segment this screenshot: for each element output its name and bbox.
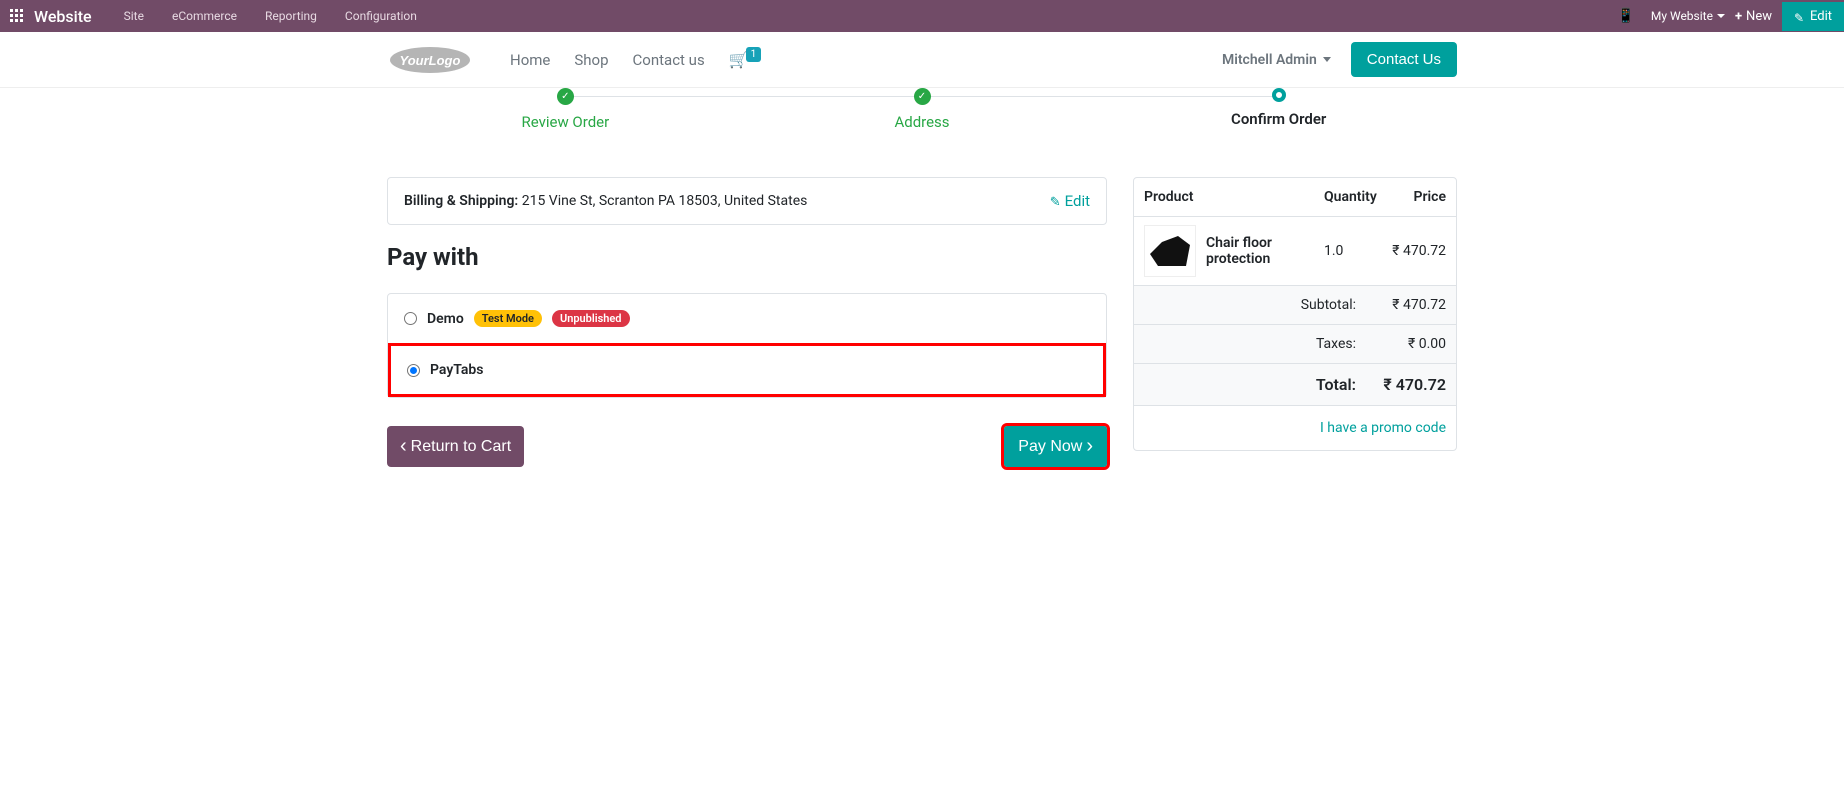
- header-quantity: Quantity: [1324, 189, 1388, 205]
- pay-with-title: Pay with: [387, 243, 1107, 271]
- app-brand[interactable]: Website: [34, 7, 92, 26]
- new-button[interactable]: New: [1735, 9, 1772, 24]
- menu-site[interactable]: Site: [110, 9, 158, 23]
- mobile-preview-icon[interactable]: 📱: [1611, 8, 1640, 24]
- top-bar: Website Site eCommerce Reporting Configu…: [0, 0, 1844, 32]
- edit-button[interactable]: Edit: [1782, 2, 1844, 31]
- user-dropdown[interactable]: Mitchell Admin: [1222, 52, 1331, 68]
- contact-us-button[interactable]: Contact Us: [1351, 42, 1457, 77]
- payment-options: Demo Test Mode Unpublished PayTabs: [387, 293, 1107, 398]
- chevron-right-icon: [1086, 436, 1093, 457]
- wizard-step-confirm[interactable]: Confirm Order: [1100, 88, 1457, 128]
- site-header: YourLogo Home Shop Contact us 🛒1 Mitchel…: [0, 32, 1844, 88]
- site-logo[interactable]: YourLogo: [387, 45, 473, 75]
- billing-label: Billing & Shipping:: [404, 193, 518, 209]
- current-step-icon: [1272, 88, 1286, 102]
- pencil-icon: [1050, 192, 1061, 210]
- chevron-left-icon: [400, 436, 407, 457]
- edit-address-link[interactable]: Edit: [1050, 192, 1090, 210]
- menu-configuration[interactable]: Configuration: [331, 9, 431, 23]
- website-selector[interactable]: My Website: [1651, 9, 1725, 23]
- test-mode-badge: Test Mode: [474, 310, 542, 327]
- order-line-item: Chair floor protection 1.0 ₹ 470.72: [1134, 217, 1456, 285]
- product-thumbnail: [1144, 225, 1196, 277]
- pencil-icon: [1794, 11, 1805, 22]
- caret-down-icon: [1323, 57, 1331, 62]
- nav-contact[interactable]: Contact us: [621, 51, 717, 69]
- checkout-wizard: ✓ Review Order ✓ Address Confirm Order: [387, 88, 1457, 131]
- apps-icon[interactable]: [10, 9, 24, 23]
- subtotal-row: Subtotal: ₹ 470.72: [1134, 286, 1456, 325]
- check-circle-icon: ✓: [914, 88, 931, 105]
- header-product: Product: [1144, 189, 1324, 205]
- wizard-step-address[interactable]: ✓ Address: [744, 88, 1101, 131]
- product-name: Chair floor protection: [1206, 235, 1324, 267]
- total-row: Total: ₹ 470.72: [1134, 364, 1456, 405]
- line-quantity: 1.0: [1324, 243, 1388, 259]
- return-to-cart-button[interactable]: Return to Cart: [387, 426, 524, 467]
- radio-unchecked-icon[interactable]: [404, 312, 417, 325]
- line-price: ₹ 470.72: [1388, 243, 1446, 259]
- billing-address-box: Billing & Shipping: 215 Vine St, Scranto…: [387, 177, 1107, 225]
- order-summary: Product Quantity Price Chair floor prote…: [1133, 177, 1457, 451]
- wizard-step-review[interactable]: ✓ Review Order: [387, 88, 744, 131]
- pay-now-button[interactable]: Pay Now: [1004, 426, 1107, 467]
- billing-address-text: 215 Vine St, Scranton PA 18503, United S…: [518, 193, 807, 209]
- cart-link[interactable]: 🛒1: [717, 50, 777, 69]
- header-price: Price: [1388, 189, 1446, 205]
- svg-text:YourLogo: YourLogo: [400, 53, 461, 68]
- caret-down-icon: [1717, 14, 1725, 18]
- plus-icon: [1735, 9, 1742, 24]
- payment-option-demo[interactable]: Demo Test Mode Unpublished: [388, 294, 1106, 343]
- payment-option-paytabs[interactable]: PayTabs: [388, 343, 1106, 397]
- cart-badge: 1: [746, 47, 762, 62]
- nav-shop[interactable]: Shop: [562, 51, 620, 69]
- radio-checked-icon[interactable]: [407, 364, 420, 377]
- summary-header: Product Quantity Price: [1134, 178, 1456, 217]
- unpublished-badge: Unpublished: [552, 310, 630, 327]
- promo-code-link[interactable]: I have a promo code: [1134, 405, 1456, 450]
- taxes-row: Taxes: ₹ 0.00: [1134, 325, 1456, 364]
- menu-reporting[interactable]: Reporting: [251, 9, 331, 23]
- check-circle-icon: ✓: [557, 88, 574, 105]
- menu-ecommerce[interactable]: eCommerce: [158, 9, 251, 23]
- nav-home[interactable]: Home: [498, 51, 562, 69]
